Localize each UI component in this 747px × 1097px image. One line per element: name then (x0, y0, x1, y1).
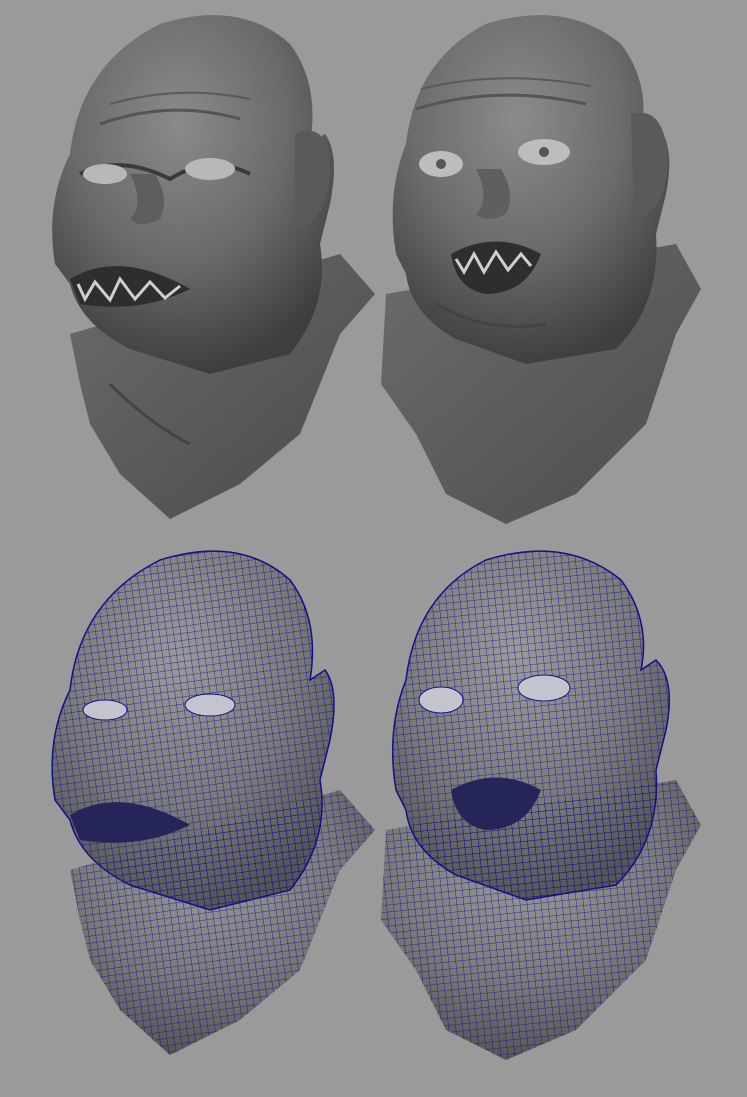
head-model-wireframe-snarl (51, 550, 375, 1055)
3d-viewport[interactable] (0, 0, 747, 1097)
head-render-shaded-fear (376, 4, 716, 529)
head-render-wireframe-fear (376, 540, 716, 1065)
head-render-shaded-snarl (40, 4, 380, 524)
head-model-shaded-snarl (52, 15, 375, 519)
head-model-wireframe-fear (381, 550, 701, 1060)
head-model-shaded-fear (381, 15, 701, 524)
head-render-wireframe-snarl (40, 540, 380, 1060)
